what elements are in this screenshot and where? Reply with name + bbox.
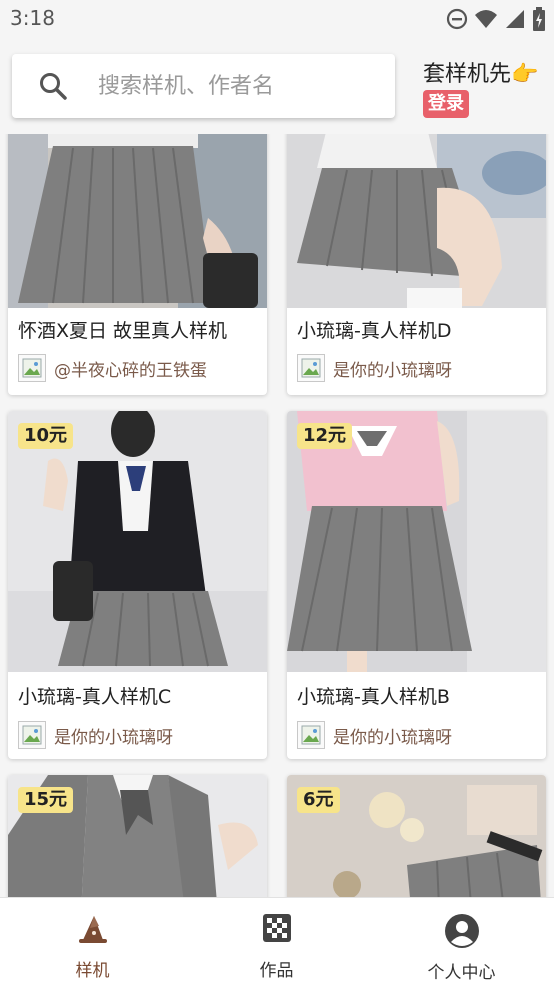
avatar — [297, 354, 325, 382]
product-card[interactable]: 6元 — [287, 775, 546, 897]
nav-item-profile[interactable]: 个人中心 — [369, 898, 554, 985]
avatar — [18, 354, 46, 382]
product-title: 小琉璃-真人样机B — [297, 686, 450, 708]
nav-label: 作品 — [259, 961, 294, 981]
login-button[interactable]: 登录 — [423, 90, 469, 118]
header: 套样机先👉 登录 — [0, 38, 554, 134]
product-image: 10元 — [8, 411, 267, 672]
broken-image-icon — [22, 358, 42, 378]
product-image — [287, 134, 546, 308]
nav-item-works[interactable]: 作品 — [184, 898, 369, 985]
avatar — [297, 721, 325, 749]
product-card[interactable]: 15元 — [8, 775, 267, 897]
search-bar[interactable] — [12, 54, 395, 118]
bottom-nav: 样机 作品 个人中心 — [0, 897, 554, 985]
product-image: 6元 — [287, 775, 546, 897]
author-row[interactable]: 是你的小琉璃呀 — [297, 354, 452, 382]
author-name: @半夜心碎的王铁蛋 — [54, 360, 207, 381]
search-icon — [40, 73, 67, 100]
author-name: 是你的小琉璃呀 — [54, 727, 173, 748]
product-card[interactable]: 怀酒X夏日 故里真人样机 @半夜心碎的王铁蛋 — [8, 134, 267, 395]
author-row[interactable]: 是你的小琉璃呀 — [297, 721, 452, 749]
status-time: 3:18 — [10, 6, 55, 30]
nav-label: 样机 — [75, 961, 110, 981]
checker-grid-icon — [262, 914, 291, 942]
promo-text: 套样机先👉 — [423, 62, 539, 87]
price-badge: 15元 — [18, 787, 74, 813]
wifi-icon — [475, 10, 497, 28]
product-image: 12元 — [287, 411, 546, 672]
product-title: 怀酒X夏日 故里真人样机 — [18, 320, 228, 342]
product-title: 小琉璃-真人样机D — [297, 320, 452, 342]
author-name: 是你的小琉璃呀 — [333, 727, 452, 748]
product-card[interactable]: 小琉璃-真人样机D 是你的小琉璃呀 — [287, 134, 546, 395]
price-badge: 6元 — [297, 787, 340, 813]
price-badge: 12元 — [297, 423, 353, 449]
product-card[interactable]: 10元 小琉璃-真人样机C 是你的小琉璃呀 — [8, 411, 267, 759]
product-image: 15元 — [8, 775, 267, 897]
dnd-icon — [446, 8, 468, 30]
broken-image-icon — [301, 725, 321, 745]
search-input[interactable] — [98, 73, 338, 99]
author-row[interactable]: @半夜心碎的王铁蛋 — [18, 354, 207, 382]
status-bar: 3:18 — [0, 0, 554, 38]
price-badge: 10元 — [18, 423, 74, 449]
broken-image-icon — [22, 725, 42, 745]
product-grid[interactable]: 怀酒X夏日 故里真人样机 @半夜心碎的王铁蛋 小琉璃-真人样机D 是你的小琉璃呀… — [0, 134, 554, 897]
nav-label: 个人中心 — [427, 963, 496, 983]
wizard-hat-icon — [78, 916, 107, 943]
signal-icon — [506, 10, 524, 28]
status-icons — [446, 7, 546, 31]
avatar — [18, 721, 46, 749]
product-title: 小琉璃-真人样机C — [18, 686, 172, 708]
product-card[interactable]: 12元 小琉璃-真人样机B 是你的小琉璃呀 — [287, 411, 546, 759]
author-name: 是你的小琉璃呀 — [333, 360, 452, 381]
broken-image-icon — [301, 358, 321, 378]
author-row[interactable]: 是你的小琉璃呀 — [18, 721, 173, 749]
user-circle-icon — [444, 914, 479, 948]
product-image — [8, 134, 267, 308]
battery-charging-icon — [533, 7, 545, 31]
nav-item-mockups[interactable]: 样机 — [0, 898, 185, 985]
